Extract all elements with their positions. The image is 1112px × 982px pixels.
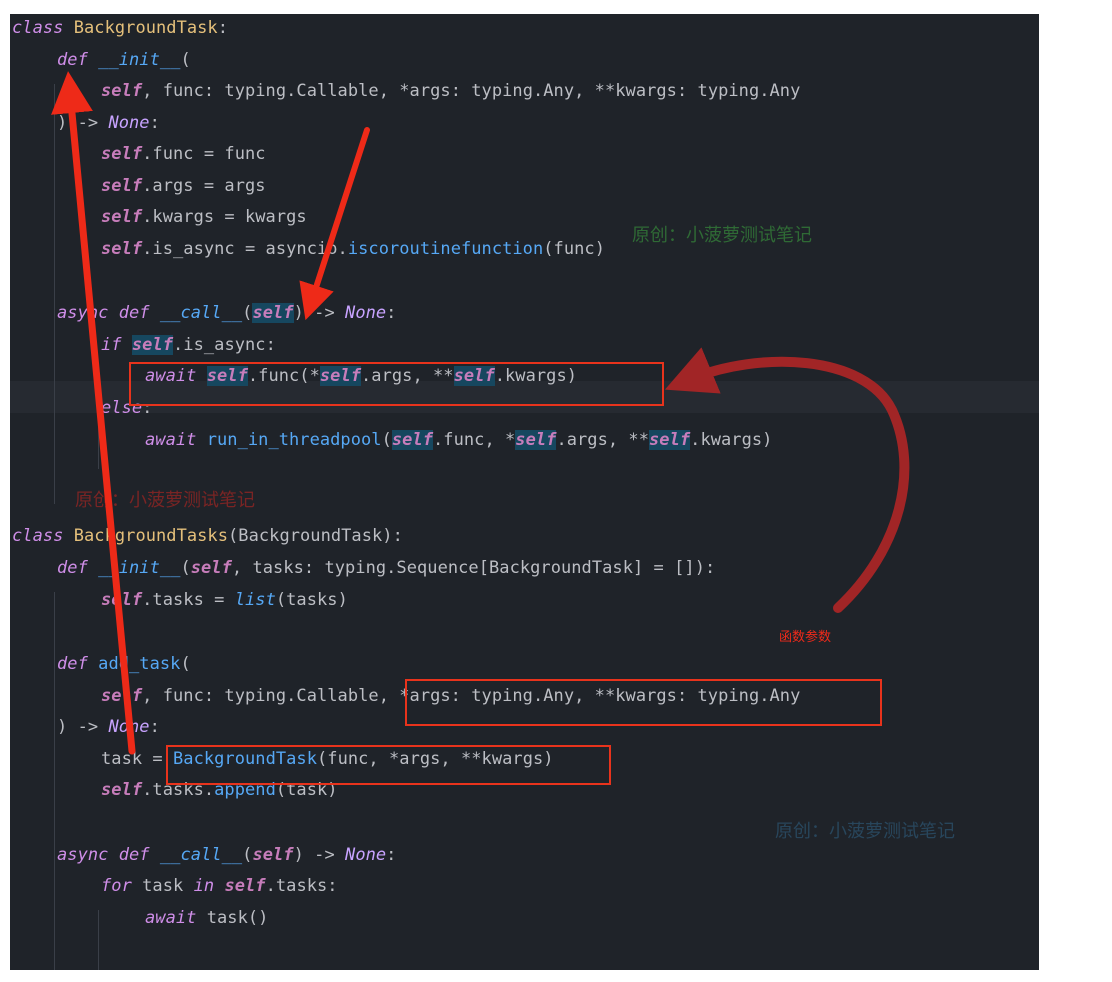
annotation-arrows (51, 71, 910, 755)
arrow-down-to-self (299, 127, 370, 321)
arrow-long-up (51, 71, 136, 755)
arrow-curved (664, 347, 910, 613)
